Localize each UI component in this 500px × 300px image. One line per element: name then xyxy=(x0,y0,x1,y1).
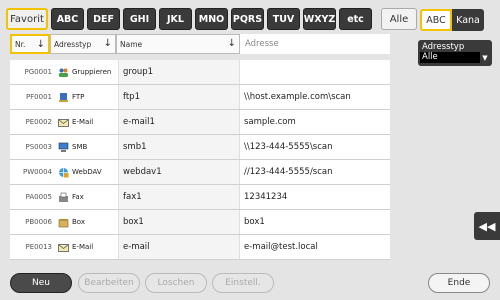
row-type: E-Mail xyxy=(55,110,118,134)
table-row[interactable]: PG0001 Gruppieren group1 xyxy=(10,60,390,85)
ende-button[interactable]: Ende xyxy=(428,273,490,293)
tab-wxyz[interactable]: WXYZ xyxy=(303,8,336,30)
fax-icon xyxy=(58,192,69,203)
row-name: webdav1 xyxy=(118,160,240,184)
row-address: sample.com xyxy=(244,117,296,127)
row-name: fax1 xyxy=(118,185,240,209)
column-header-adresstyp-label: Adresstyp xyxy=(54,39,92,49)
tab-pqrs[interactable]: PQRS xyxy=(231,8,264,30)
row-name: smb1 xyxy=(118,135,240,159)
row-type: Fax xyxy=(55,185,118,209)
table-row[interactable]: PA0005 Fax fax1 12341234 xyxy=(10,185,390,210)
toggle-kana[interactable]: Kana xyxy=(452,9,484,31)
index-tabs: Favorit ABC DEF GHI JKL MNO PQRS TUV WXY… xyxy=(6,8,417,32)
row-address: //123-444-5555/scan xyxy=(244,167,333,177)
column-header-nr-label: Nr. xyxy=(15,39,26,49)
row-name: e-mail1 xyxy=(118,110,240,134)
tab-abc[interactable]: ABC xyxy=(51,8,84,30)
sort-down-icon: ↓ xyxy=(227,38,236,49)
row-number: PG0001 xyxy=(24,68,52,76)
tab-def[interactable]: DEF xyxy=(87,8,120,30)
row-type-label: Gruppieren xyxy=(72,68,112,76)
address-type-select[interactable]: Alle xyxy=(420,52,480,63)
smb-icon xyxy=(58,142,69,153)
table-row[interactable]: PS0003 SMB smb1 \\123-444-5555\scan xyxy=(10,135,390,160)
row-address: \\123-444-5555\scan xyxy=(244,142,333,152)
row-name: group1 xyxy=(118,60,240,84)
tab-mno[interactable]: MNO xyxy=(195,8,228,30)
row-type: WebDAV xyxy=(55,160,118,184)
sort-down-icon: ↓ xyxy=(36,39,45,50)
neu-button[interactable]: Neu xyxy=(10,273,72,293)
row-name: e-mail xyxy=(118,235,240,259)
script-toggle: ABC Kana xyxy=(420,9,484,31)
email-icon xyxy=(58,242,69,253)
table-row[interactable]: PE0002 E-Mail e-mail1 sample.com xyxy=(10,110,390,135)
dropdown-triangle-icon[interactable]: ▼ xyxy=(480,52,490,63)
row-type-label: Box xyxy=(72,218,86,226)
table-row[interactable]: PF0001 FTP ftp1 \\host.example.com\scan xyxy=(10,85,390,110)
column-header-adresse-label: Adresse xyxy=(245,39,279,49)
tab-favorit[interactable]: Favorit xyxy=(6,8,48,30)
box-icon xyxy=(58,217,69,228)
row-number: PE0013 xyxy=(25,243,52,251)
row-type-label: Fax xyxy=(72,193,84,201)
row-number: PE0002 xyxy=(25,118,52,126)
webdav-icon xyxy=(58,167,69,178)
tab-jkl[interactable]: JKL xyxy=(159,8,192,30)
ftp-icon xyxy=(58,92,69,103)
row-number: PW0004 xyxy=(23,168,52,176)
row-address: \\host.example.com\scan xyxy=(244,92,351,102)
row-type: Box xyxy=(55,210,118,234)
table-row[interactable]: PB0006 Box box1 box1 xyxy=(10,210,390,235)
row-type: SMB xyxy=(55,135,118,159)
row-number: PA0005 xyxy=(25,193,52,201)
row-address: e-mail@test.local xyxy=(244,242,318,252)
email-icon xyxy=(58,117,69,128)
bearbeiten-button[interactable]: Bearbeiten xyxy=(78,273,140,293)
tab-ghi[interactable]: GHI xyxy=(123,8,156,30)
row-name: box1 xyxy=(118,210,240,234)
tab-etc[interactable]: etc xyxy=(339,8,372,30)
row-type-label: FTP xyxy=(72,93,85,101)
tab-alle[interactable]: Alle xyxy=(381,8,417,30)
loschen-button[interactable]: Loschen xyxy=(145,273,207,293)
column-header-nr[interactable]: Nr. ↓ xyxy=(10,34,50,54)
table-row[interactable]: PE0013 E-Mail e-mail e-mail@test.local xyxy=(10,235,390,260)
column-header-adresse[interactable]: Adresse xyxy=(240,34,390,54)
tab-tuv[interactable]: TUV xyxy=(267,8,300,30)
row-type-label: WebDAV xyxy=(72,168,102,176)
row-type: E-Mail xyxy=(55,235,118,259)
row-number: PB0006 xyxy=(25,218,52,226)
row-type-label: E-Mail xyxy=(72,243,94,251)
row-type: FTP xyxy=(55,85,118,109)
group-icon xyxy=(58,67,69,78)
row-address: box1 xyxy=(244,217,265,227)
toggle-abc[interactable]: ABC xyxy=(420,9,452,31)
address-table: PG0001 Gruppieren group1 PF0001 FTP ftp1… xyxy=(10,60,390,260)
address-type-label: Adresstyp xyxy=(422,42,465,52)
row-name: ftp1 xyxy=(118,85,240,109)
column-header-name-label: Name xyxy=(120,39,143,49)
row-address: 12341234 xyxy=(244,192,288,202)
einstell-button[interactable]: Einstell. xyxy=(212,273,274,293)
collapse-panel-button[interactable]: ◀◀ xyxy=(474,212,500,240)
column-header-name[interactable]: Name ↓ xyxy=(116,34,240,54)
double-chevron-left-icon: ◀◀ xyxy=(478,219,496,233)
sort-down-icon: ↓ xyxy=(103,38,112,49)
row-type-label: E-Mail xyxy=(72,118,94,126)
row-type-label: SMB xyxy=(72,143,88,151)
table-row[interactable]: PW0004 WebDAV webdav1 //123-444-5555/sca… xyxy=(10,160,390,185)
column-header-adresstyp[interactable]: Adresstyp ↓ xyxy=(50,34,116,54)
row-number: PF0001 xyxy=(25,93,52,101)
row-type: Gruppieren xyxy=(55,60,118,84)
row-number: PS0003 xyxy=(25,143,52,151)
